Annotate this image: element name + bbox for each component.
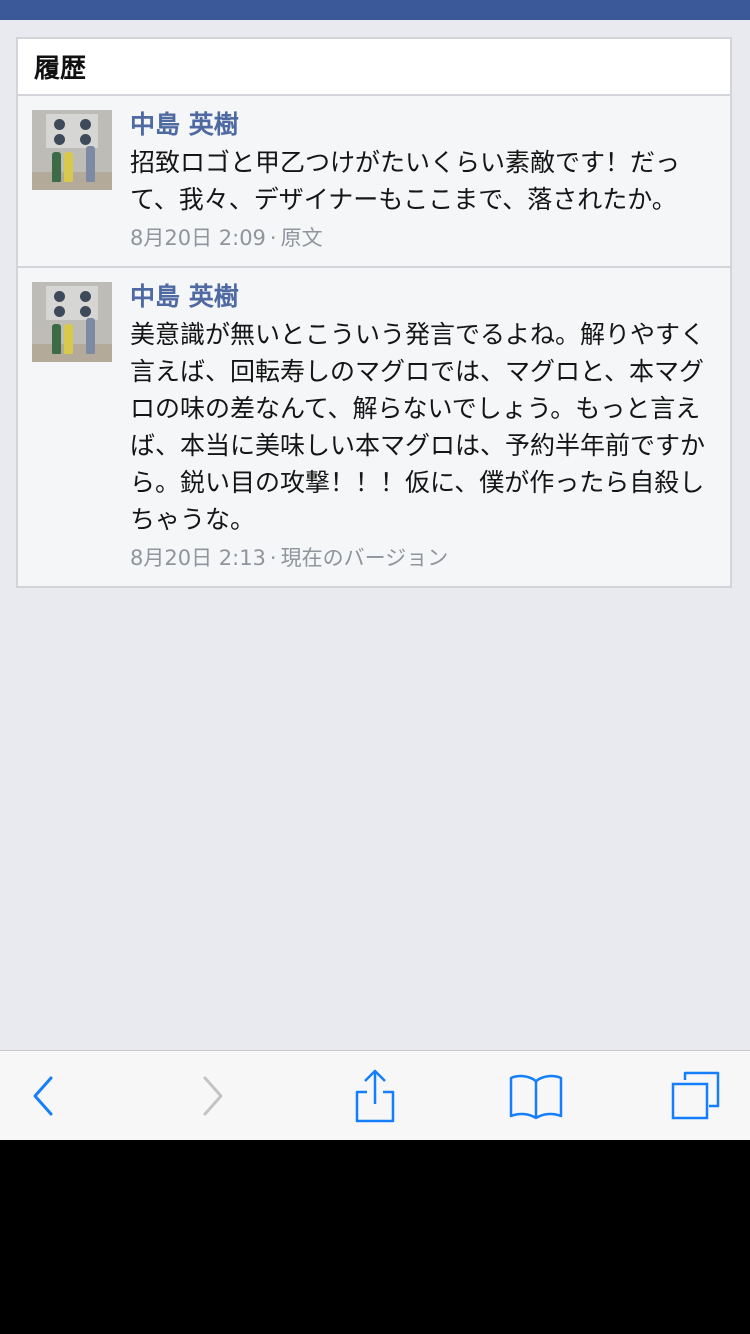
history-panel: 履歴 中島 英樹 招致ロゴと甲乙つけがたいくらい素敵です！だって、我々、デザイナ… [16,37,732,588]
timestamp: 8月20日 2:09 [130,226,266,250]
history-body: 中島 英樹 美意識が無いとこういう発言でるよね。解りやすく言えば、回転寿しのマグ… [130,282,714,572]
browser-toolbar [0,1050,750,1140]
history-item: 中島 英樹 美意識が無いとこういう発言でるよね。解りやすく言えば、回転寿しのマグ… [18,266,730,586]
version-label: 現在のバージョン [280,546,449,570]
share-button[interactable] [345,1066,405,1126]
history-body: 中島 英樹 招致ロゴと甲乙つけがたいくらい素敵です！だって、我々、デザイナーもこ… [130,110,714,252]
version-label: 原文 [280,226,323,250]
comment-text: 美意識が無いとこういう発言でるよね。解りやすく言えば、回転寿しのマグロでは、マグ… [130,320,706,534]
meta-separator: · [269,546,277,570]
history-item: 中島 英樹 招致ロゴと甲乙つけがたいくらい素敵です！だって、我々、デザイナーもこ… [18,96,730,266]
tabs-button[interactable] [665,1066,725,1126]
tabs-icon [671,1071,720,1120]
chevron-left-icon [33,1076,53,1116]
avatar[interactable] [32,282,112,362]
forward-button[interactable] [182,1066,242,1126]
blank-area [0,1140,750,1334]
author-name[interactable]: 中島 英樹 [130,280,714,314]
timestamp: 8月20日 2:13 [130,546,266,570]
author-name[interactable]: 中島 英樹 [130,108,714,142]
comment-text: 招致ロゴと甲乙つけがたいくらい素敵です！だって、我々、デザイナーもここまで、落さ… [130,148,681,214]
status-bar [0,0,750,20]
book-icon [509,1074,563,1120]
history-meta: 8月20日 2:13 · 現在のバージョン [130,544,714,572]
chevron-right-icon [203,1076,223,1116]
meta-separator: · [269,226,277,250]
avatar[interactable] [32,110,112,190]
bookmarks-button[interactable] [506,1066,566,1126]
share-icon [355,1069,395,1123]
page-title: 履歴 [34,54,87,84]
back-button[interactable] [14,1066,74,1126]
panel-header: 履歴 [18,39,730,96]
history-meta: 8月20日 2:09 · 原文 [130,224,714,252]
